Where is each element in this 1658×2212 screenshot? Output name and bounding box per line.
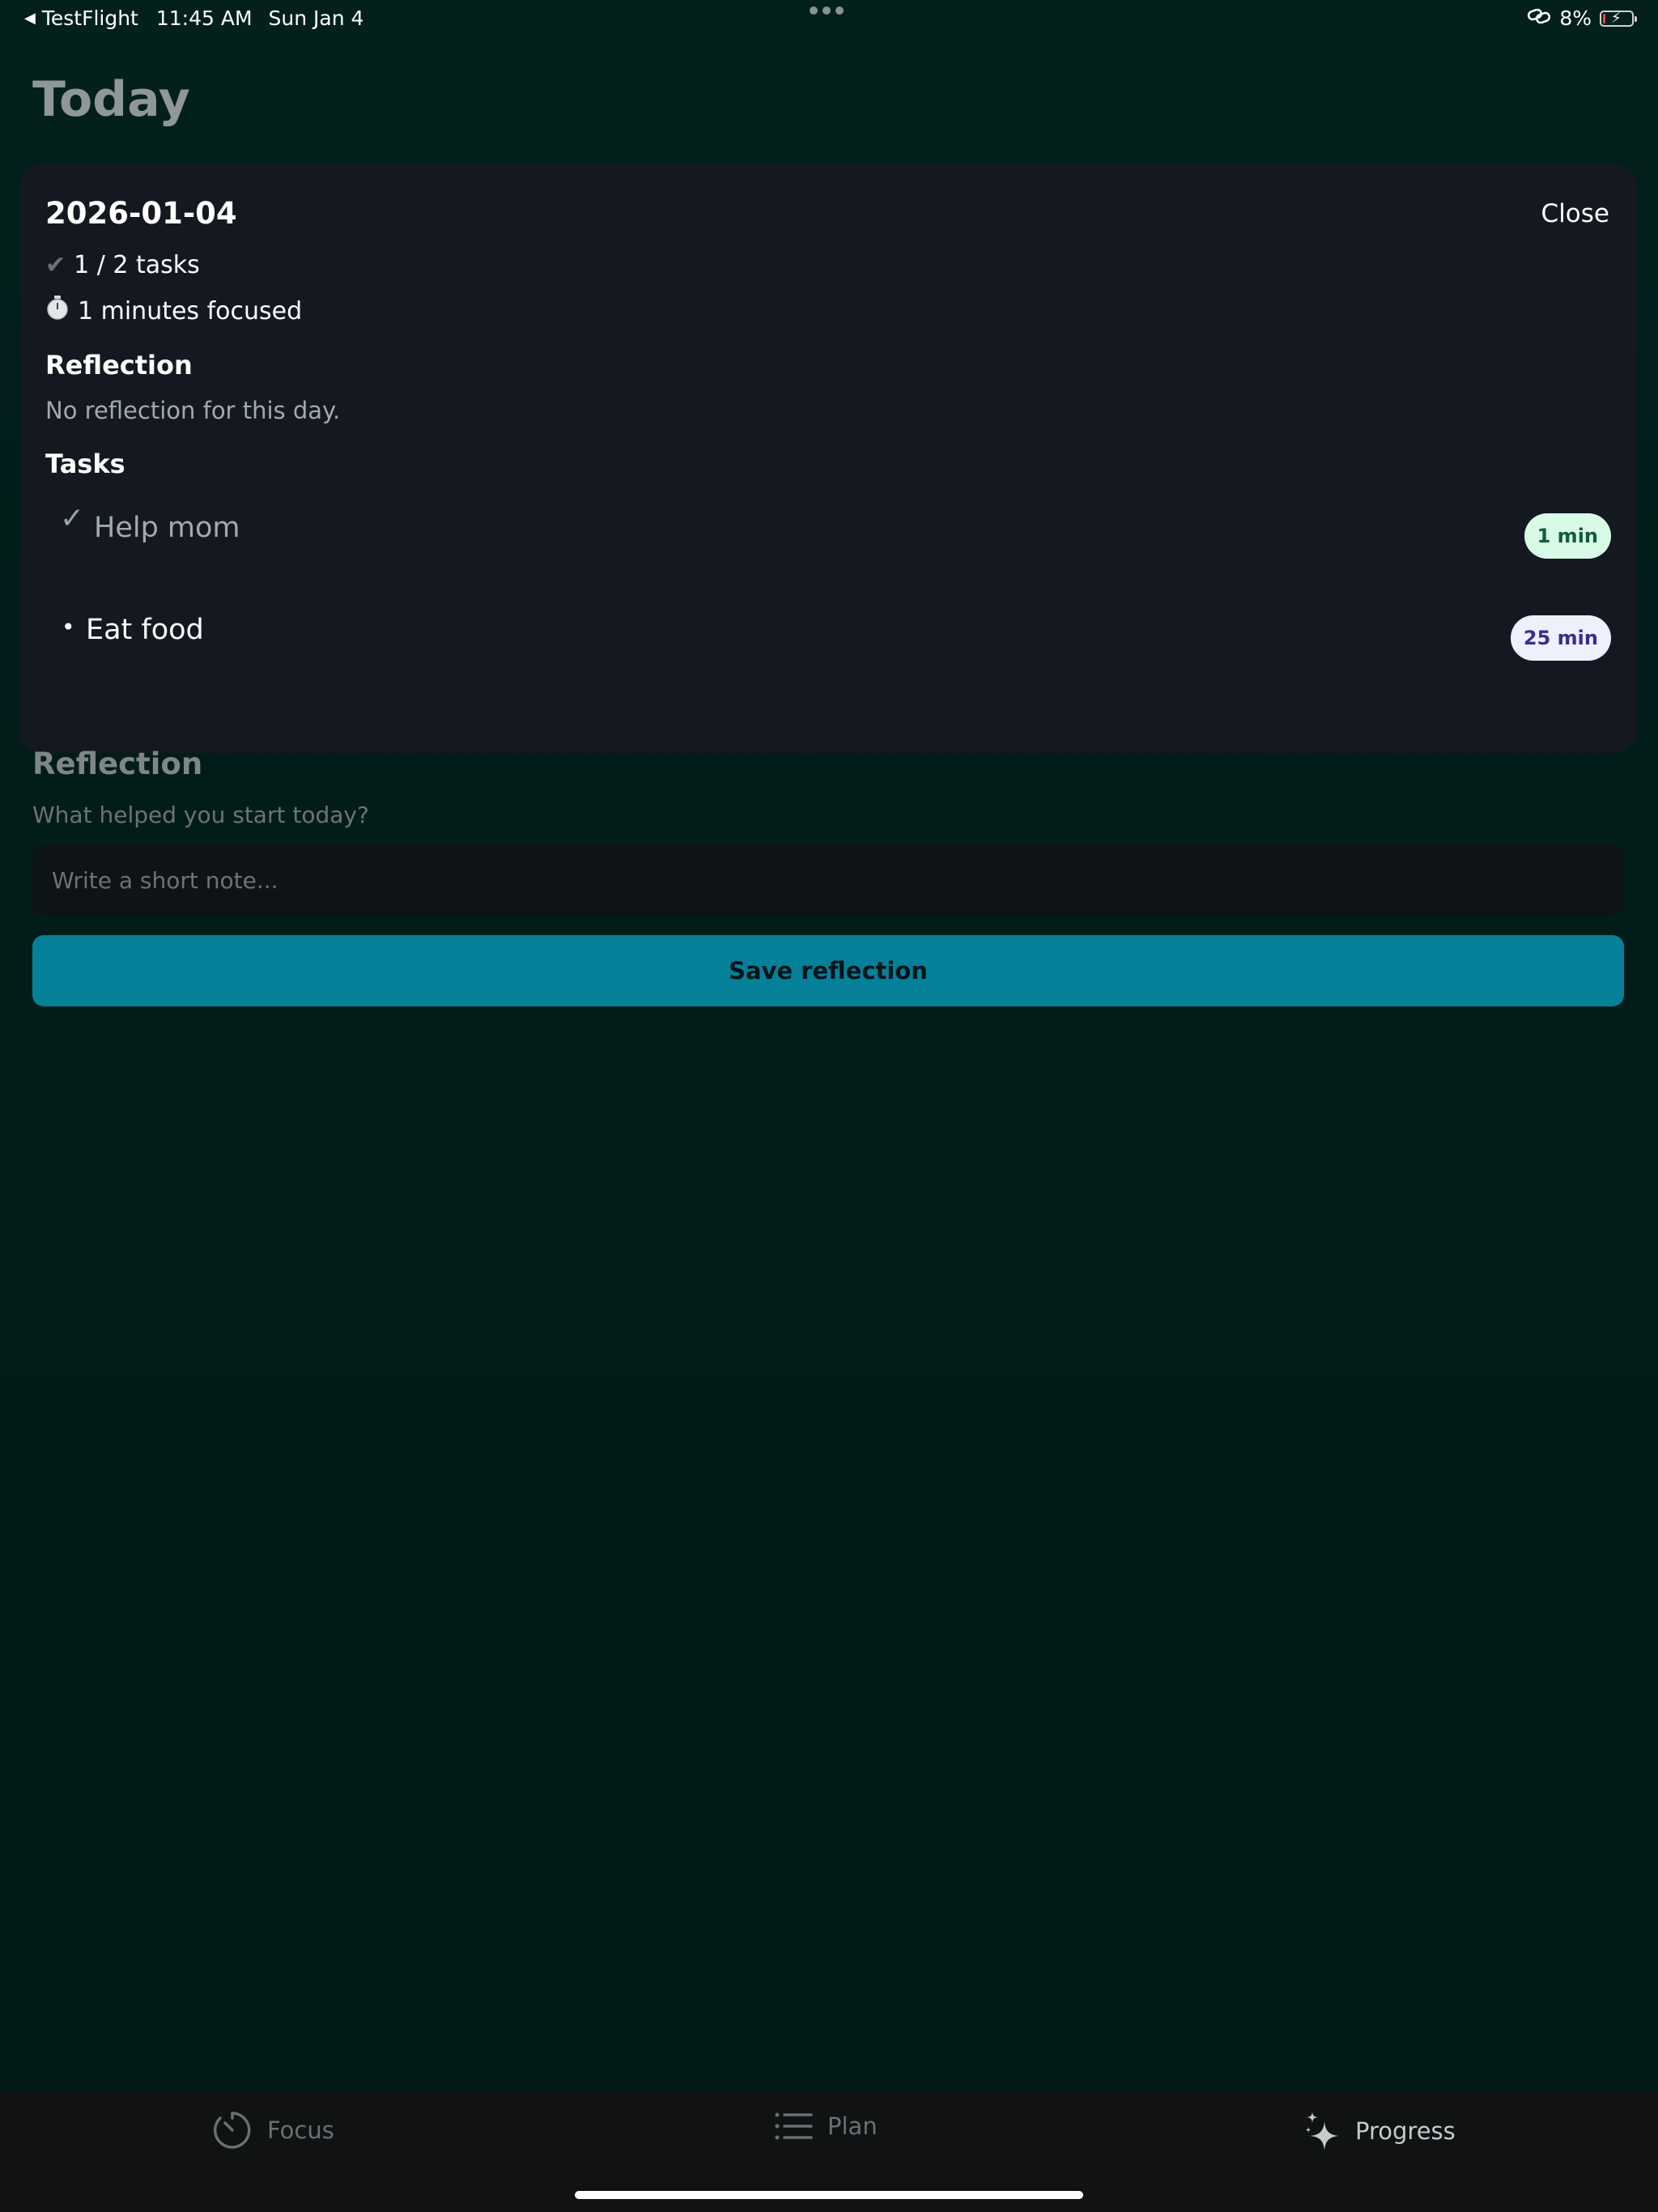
tab-focus[interactable]: Focus	[212, 2110, 334, 2150]
link-icon	[1527, 6, 1551, 30]
list-icon	[775, 2112, 813, 2140]
battery-icon: ⚡	[1600, 10, 1637, 27]
duration-badge: 1 min	[1524, 513, 1611, 559]
task-label: Help mom	[94, 512, 240, 544]
close-button[interactable]: Close	[1541, 199, 1609, 228]
battery-percent: 8%	[1559, 6, 1592, 30]
tasks-heading: Tasks	[45, 449, 125, 479]
task-bullet-icon: •	[62, 614, 75, 640]
tab-focus-label: Focus	[267, 2116, 334, 2144]
tab-progress[interactable]: Progress	[1305, 2110, 1456, 2152]
duration-badge: 25 min	[1510, 615, 1611, 661]
back-arrow-icon[interactable]: ◀	[24, 10, 36, 27]
status-date: Sun Jan 4	[268, 6, 364, 30]
checkmark-icon: ✔	[45, 251, 66, 279]
tab-progress-label: Progress	[1355, 2117, 1456, 2145]
status-time: 11:45 AM	[155, 6, 253, 30]
timer-icon	[214, 2112, 251, 2149]
status-bar: ◀ TestFlight 11:45 AM Sun Jan 4 8% ⚡	[0, 0, 1658, 39]
detail-date: 2026-01-04	[45, 196, 237, 231]
save-reflection-button[interactable]: Save reflection	[32, 935, 1624, 1006]
reflection-text: No reflection for this day.	[45, 397, 341, 424]
tab-plan-label: Plan	[827, 2112, 878, 2140]
home-indicator[interactable]	[575, 2191, 1083, 2199]
status-right: 8% ⚡	[1527, 6, 1637, 30]
sparkles-icon	[1305, 2112, 1339, 2150]
reflection-note-input[interactable]	[32, 844, 1624, 916]
page-title: Today	[32, 71, 190, 128]
tab-plan[interactable]: Plan	[774, 2110, 878, 2142]
reflection-heading: Reflection	[45, 350, 193, 381]
tasks-summary-row: ✔ 1 / 2 tasks	[45, 251, 200, 279]
task-row[interactable]: • Eat food 25 min	[45, 604, 1611, 661]
status-left: ◀ TestFlight 11:45 AM Sun Jan 4	[24, 6, 363, 30]
back-to-app-link[interactable]: TestFlight	[42, 6, 138, 30]
day-detail-card: 2026-01-04 Close ✔ 1 / 2 tasks 1 minutes…	[19, 164, 1637, 753]
focus-summary: 1 minutes focused	[78, 296, 303, 325]
reflection-prompt: What helped you start today?	[32, 802, 369, 828]
task-row[interactable]: ✓ Help mom 1 min	[45, 502, 1611, 559]
task-label: Eat food	[86, 614, 204, 646]
focus-summary-row: 1 minutes focused	[45, 295, 302, 327]
multitasking-dots-icon[interactable]	[810, 6, 844, 15]
reflection-section-title: Reflection	[32, 747, 203, 781]
task-done-check-icon: ✓	[60, 502, 85, 535]
tasks-summary: 1 / 2 tasks	[74, 251, 200, 279]
stopwatch-icon	[45, 295, 70, 327]
